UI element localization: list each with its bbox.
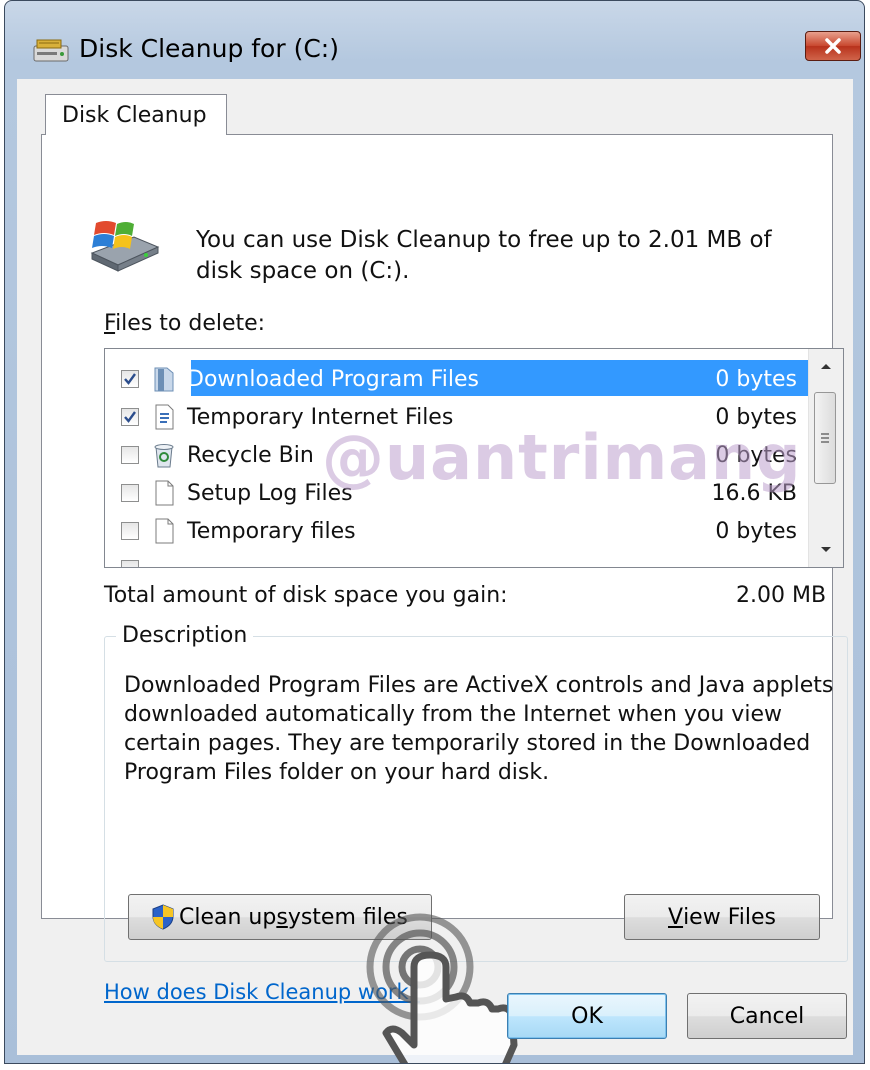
folder-icon — [149, 364, 179, 394]
files-label-text: iles to delete: — [115, 311, 266, 336]
drive-cleanup-icon — [84, 217, 164, 279]
cleanup-label-accel: s — [276, 904, 288, 930]
description-text: Downloaded Program Files are ActiveX con… — [124, 673, 834, 785]
checkbox-temporary-files[interactable] — [121, 522, 139, 540]
uac-shield-icon — [152, 904, 174, 930]
cleanup-label-pre: Clean up — [179, 904, 277, 930]
list-item-temporary-files[interactable]: Temporary files 0 bytes — [105, 512, 811, 550]
cancel-button[interactable]: Cancel — [687, 993, 847, 1039]
chevron-down-icon — [821, 547, 831, 552]
chevron-up-icon — [821, 364, 831, 369]
checkmark-icon — [124, 373, 136, 385]
tap-gesture-overlay — [366, 913, 518, 1063]
files-to-delete-label: Files to delete: — [104, 311, 265, 336]
scroll-down-arrow[interactable] — [809, 533, 843, 567]
disk-cleanup-app-icon — [33, 37, 69, 67]
window-title: Disk Cleanup for (C:) — [79, 34, 339, 63]
file-icon — [149, 478, 179, 508]
item-size: 0 bytes — [715, 518, 797, 544]
disk-cleanup-window: Disk Cleanup for (C:) Disk Cleanup You c… — [4, 0, 865, 1064]
checkmark-icon — [124, 411, 136, 423]
intro-text: You can use Disk Cleanup to free up to 2… — [196, 227, 772, 284]
view-label-accel: V — [668, 904, 684, 930]
tab-disk-cleanup[interactable]: Disk Cleanup — [45, 94, 227, 135]
tab-panel: You can use Disk Cleanup to free up to 2… — [41, 134, 848, 1063]
ok-button[interactable]: OK — [507, 993, 667, 1039]
checkbox-recycle-bin[interactable] — [121, 446, 139, 464]
tab-label: Disk Cleanup — [62, 102, 207, 128]
close-icon — [825, 38, 841, 54]
title-bar[interactable]: Disk Cleanup for (C:) — [5, 1, 864, 81]
item-name: Downloaded Program Files — [187, 366, 479, 392]
list-scrollbar[interactable] — [808, 349, 843, 567]
view-label-rest: iew Files — [683, 904, 776, 930]
files-label-accelerator: F — [104, 311, 116, 336]
list-item-downloaded-program-files[interactable]: Downloaded Program Files 0 bytes — [105, 360, 811, 398]
checkbox-temporary-internet-files[interactable] — [121, 408, 139, 426]
view-files-button[interactable]: View Files — [624, 894, 820, 940]
watermark: @uantrimang — [322, 421, 802, 494]
scroll-up-arrow[interactable] — [809, 349, 843, 383]
grip-icon — [821, 433, 829, 443]
total-gain-value: 2.00 MB — [736, 583, 827, 608]
total-gain-label: Total amount of disk space you gain: — [104, 583, 508, 608]
checkbox-partial[interactable] — [121, 560, 139, 567]
item-name: Temporary files — [187, 518, 356, 544]
document-icon — [149, 402, 179, 432]
scroll-thumb[interactable] — [814, 392, 836, 484]
close-button[interactable] — [805, 31, 861, 61]
checkbox-setup-log-files[interactable] — [121, 484, 139, 502]
item-size: 0 bytes — [715, 366, 797, 392]
dialog-client-area: Disk Cleanup You can use Disk Cleanup to… — [17, 79, 853, 1063]
file-icon — [149, 516, 179, 546]
description-title: Description — [116, 623, 254, 648]
list-item-partial[interactable] — [105, 550, 811, 567]
checkbox-downloaded-program-files[interactable] — [121, 370, 139, 388]
recycle-bin-icon — [149, 440, 179, 470]
